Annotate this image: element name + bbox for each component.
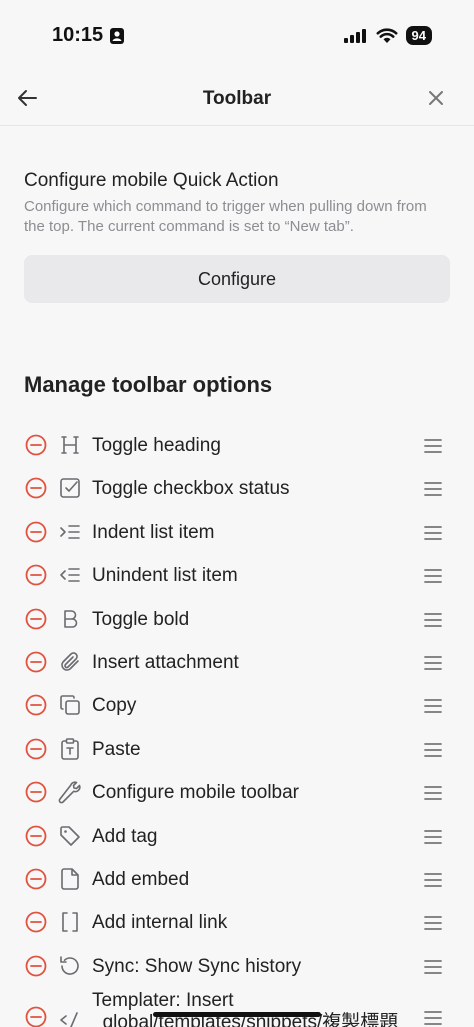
remove-circle-icon[interactable] bbox=[25, 694, 47, 716]
drag-handle-icon[interactable] bbox=[424, 698, 442, 714]
list-item: Toggle heading bbox=[0, 424, 474, 467]
remove-circle-icon[interactable] bbox=[25, 955, 47, 977]
file-icon bbox=[61, 868, 79, 890]
remove-circle-icon[interactable] bbox=[25, 868, 47, 890]
drag-handle-icon[interactable] bbox=[424, 959, 442, 975]
list-item: Insert attachment bbox=[0, 641, 474, 684]
list-item: Add tag bbox=[0, 815, 474, 858]
drag-handle-icon[interactable] bbox=[424, 612, 442, 628]
remove-circle-icon[interactable] bbox=[25, 564, 47, 586]
remove-circle-icon[interactable] bbox=[25, 608, 47, 630]
list-item: Paste bbox=[0, 728, 474, 771]
remove-circle-icon[interactable] bbox=[25, 1006, 47, 1027]
remove-circle-icon[interactable] bbox=[25, 477, 47, 499]
percent-icon bbox=[60, 1012, 78, 1027]
remove-circle-icon[interactable] bbox=[25, 825, 47, 847]
indent-icon bbox=[60, 524, 80, 539]
drag-handle-icon[interactable] bbox=[424, 438, 442, 454]
item-label: Sync: Show Sync history bbox=[92, 955, 302, 977]
drag-handle-icon[interactable] bbox=[424, 829, 442, 845]
status-time-text: 10:15 bbox=[52, 24, 104, 46]
list-item: Toggle bold bbox=[0, 598, 474, 641]
item-label: Configure mobile toolbar bbox=[92, 782, 300, 804]
tag-icon bbox=[60, 825, 80, 846]
item-label: Copy bbox=[92, 695, 137, 717]
navigation-header: Toolbar bbox=[0, 70, 474, 126]
item-label: Unindent list item bbox=[92, 565, 238, 587]
item-label: Add internal link bbox=[92, 912, 228, 934]
drag-handle-icon[interactable] bbox=[424, 655, 442, 671]
list-item: Templater: Insert _global/templates/snip… bbox=[0, 988, 474, 1027]
wifi-icon bbox=[376, 27, 398, 43]
item-label: Toggle heading bbox=[92, 435, 221, 456]
drag-handle-icon[interactable] bbox=[424, 481, 442, 497]
clipboard-icon bbox=[61, 737, 79, 760]
drag-handle-icon[interactable] bbox=[424, 742, 442, 758]
list-item: Toggle checkbox status bbox=[0, 467, 474, 510]
list-item: Sync: Show Sync history bbox=[0, 945, 474, 988]
status-time: 10:15 bbox=[52, 24, 125, 47]
focus-mode-icon bbox=[110, 27, 125, 44]
item-label: Toggle bold bbox=[92, 608, 190, 630]
item-label-line1: Templater: Insert bbox=[92, 990, 234, 1012]
drag-handle-icon[interactable] bbox=[424, 568, 442, 584]
checkbox-icon bbox=[60, 478, 80, 499]
manage-toolbar-title: Manage toolbar options bbox=[24, 372, 273, 397]
close-icon[interactable] bbox=[424, 86, 448, 110]
heading-icon bbox=[61, 436, 79, 454]
paperclip-icon bbox=[61, 652, 79, 671]
item-label: Toggle checkbox status bbox=[92, 478, 290, 500]
item-label: Indent list item bbox=[92, 521, 215, 543]
remove-circle-icon[interactable] bbox=[25, 911, 47, 933]
toolbar-options-list: Toggle heading Toggle checkbox status In… bbox=[0, 424, 474, 1027]
item-label: Add tag bbox=[92, 825, 158, 847]
item-label: Templater: Insert _global/templates/snip… bbox=[92, 990, 398, 1027]
drag-handle-icon[interactable] bbox=[424, 872, 442, 888]
list-item: Unindent list item bbox=[0, 554, 474, 597]
remove-circle-icon[interactable] bbox=[25, 521, 47, 543]
list-item: Add embed bbox=[0, 858, 474, 901]
drag-handle-icon[interactable] bbox=[424, 785, 442, 801]
page-title: Toolbar bbox=[202, 88, 272, 109]
brackets-icon bbox=[62, 912, 78, 933]
list-item: Add internal link bbox=[0, 901, 474, 944]
status-bar: 10:15 94 bbox=[0, 0, 474, 70]
quick-action-title: Configure mobile Quick Action bbox=[24, 170, 279, 191]
unindent-icon bbox=[60, 568, 80, 582]
remove-circle-icon[interactable] bbox=[25, 738, 47, 760]
bold-icon bbox=[64, 609, 78, 628]
list-item: Copy bbox=[0, 684, 474, 727]
copy-icon bbox=[60, 695, 80, 716]
drag-handle-icon[interactable] bbox=[424, 915, 442, 931]
list-item: Configure mobile toolbar bbox=[0, 771, 474, 814]
home-indicator bbox=[153, 1012, 321, 1017]
quick-action-description: Configure which command to trigger when … bbox=[24, 198, 427, 235]
remove-circle-icon[interactable] bbox=[25, 434, 47, 456]
item-label: Add embed bbox=[92, 868, 190, 890]
remove-circle-icon[interactable] bbox=[25, 781, 47, 803]
wrench-icon bbox=[58, 781, 81, 804]
list-item: Indent list item bbox=[0, 511, 474, 554]
item-label: Insert attachment bbox=[92, 651, 239, 673]
drag-handle-icon[interactable] bbox=[424, 1010, 442, 1026]
cellular-signal-icon bbox=[343, 28, 366, 43]
status-indicators: 94 bbox=[343, 26, 432, 45]
history-icon bbox=[60, 955, 79, 975]
drag-handle-icon[interactable] bbox=[424, 525, 442, 541]
item-label: Paste bbox=[92, 738, 141, 760]
battery-indicator: 94 bbox=[405, 26, 432, 45]
remove-circle-icon[interactable] bbox=[25, 651, 47, 673]
configure-button[interactable]: Configure bbox=[24, 255, 450, 303]
